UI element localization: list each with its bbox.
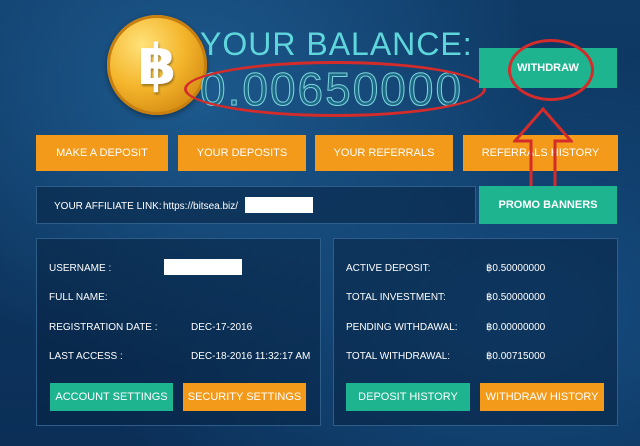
redacted-username [164,259,242,275]
total-withdrawal-value: ฿0.00715000 [486,351,546,362]
redacted-box [245,197,313,213]
total-investment-value: ฿0.50000000 [486,292,546,303]
your-referrals-button[interactable]: YOUR REFERRALS [315,135,453,171]
withdraw-history-button[interactable]: WITHDRAW HISTORY [480,383,604,411]
active-deposit-label: ACTIVE DEPOSIT: [346,263,431,274]
pending-withdrawal-value: ฿0.00000000 [486,322,546,333]
registration-date-label: REGISTRATION DATE : [49,322,158,333]
fullname-label: FULL NAME: [49,292,108,303]
your-deposits-button[interactable]: YOUR DEPOSITS [178,135,306,171]
annotation-circle-balance [184,61,486,117]
affiliate-link-label: YOUR AFFILIATE LINK: [54,201,162,212]
annotation-arrow-up-icon [513,107,573,193]
make-deposit-button[interactable]: MAKE A DEPOSIT [36,135,168,171]
active-deposit-value: ฿0.50000000 [486,263,546,274]
deposit-history-button[interactable]: DEPOSIT HISTORY [346,383,470,411]
annotation-circle-withdraw [508,39,594,101]
last-access-value: DEC-18-2016 11:32:17 AM [191,351,311,362]
registration-date-value: DEC-17-2016 [191,322,253,333]
pending-withdrawal-label: PENDING WITHDAWAL: [346,322,458,333]
affiliate-link-url[interactable]: https://bitsea.biz/ [163,201,238,212]
last-access-label: LAST ACCESS : [49,351,123,362]
balance-title: YOUR BALANCE: [200,26,473,62]
security-settings-button[interactable]: SECURITY SETTINGS [183,383,306,411]
total-withdrawal-label: TOTAL WITHDRAWAL: [346,351,451,362]
bitcoin-icon: ฿ [107,15,207,115]
promo-banners-button[interactable]: PROMO BANNERS [479,186,617,224]
account-settings-button[interactable]: ACCOUNT SETTINGS [50,383,173,411]
total-investment-label: TOTAL INVESTMENT: [346,292,446,303]
username-label: USERNAME : [49,263,112,274]
